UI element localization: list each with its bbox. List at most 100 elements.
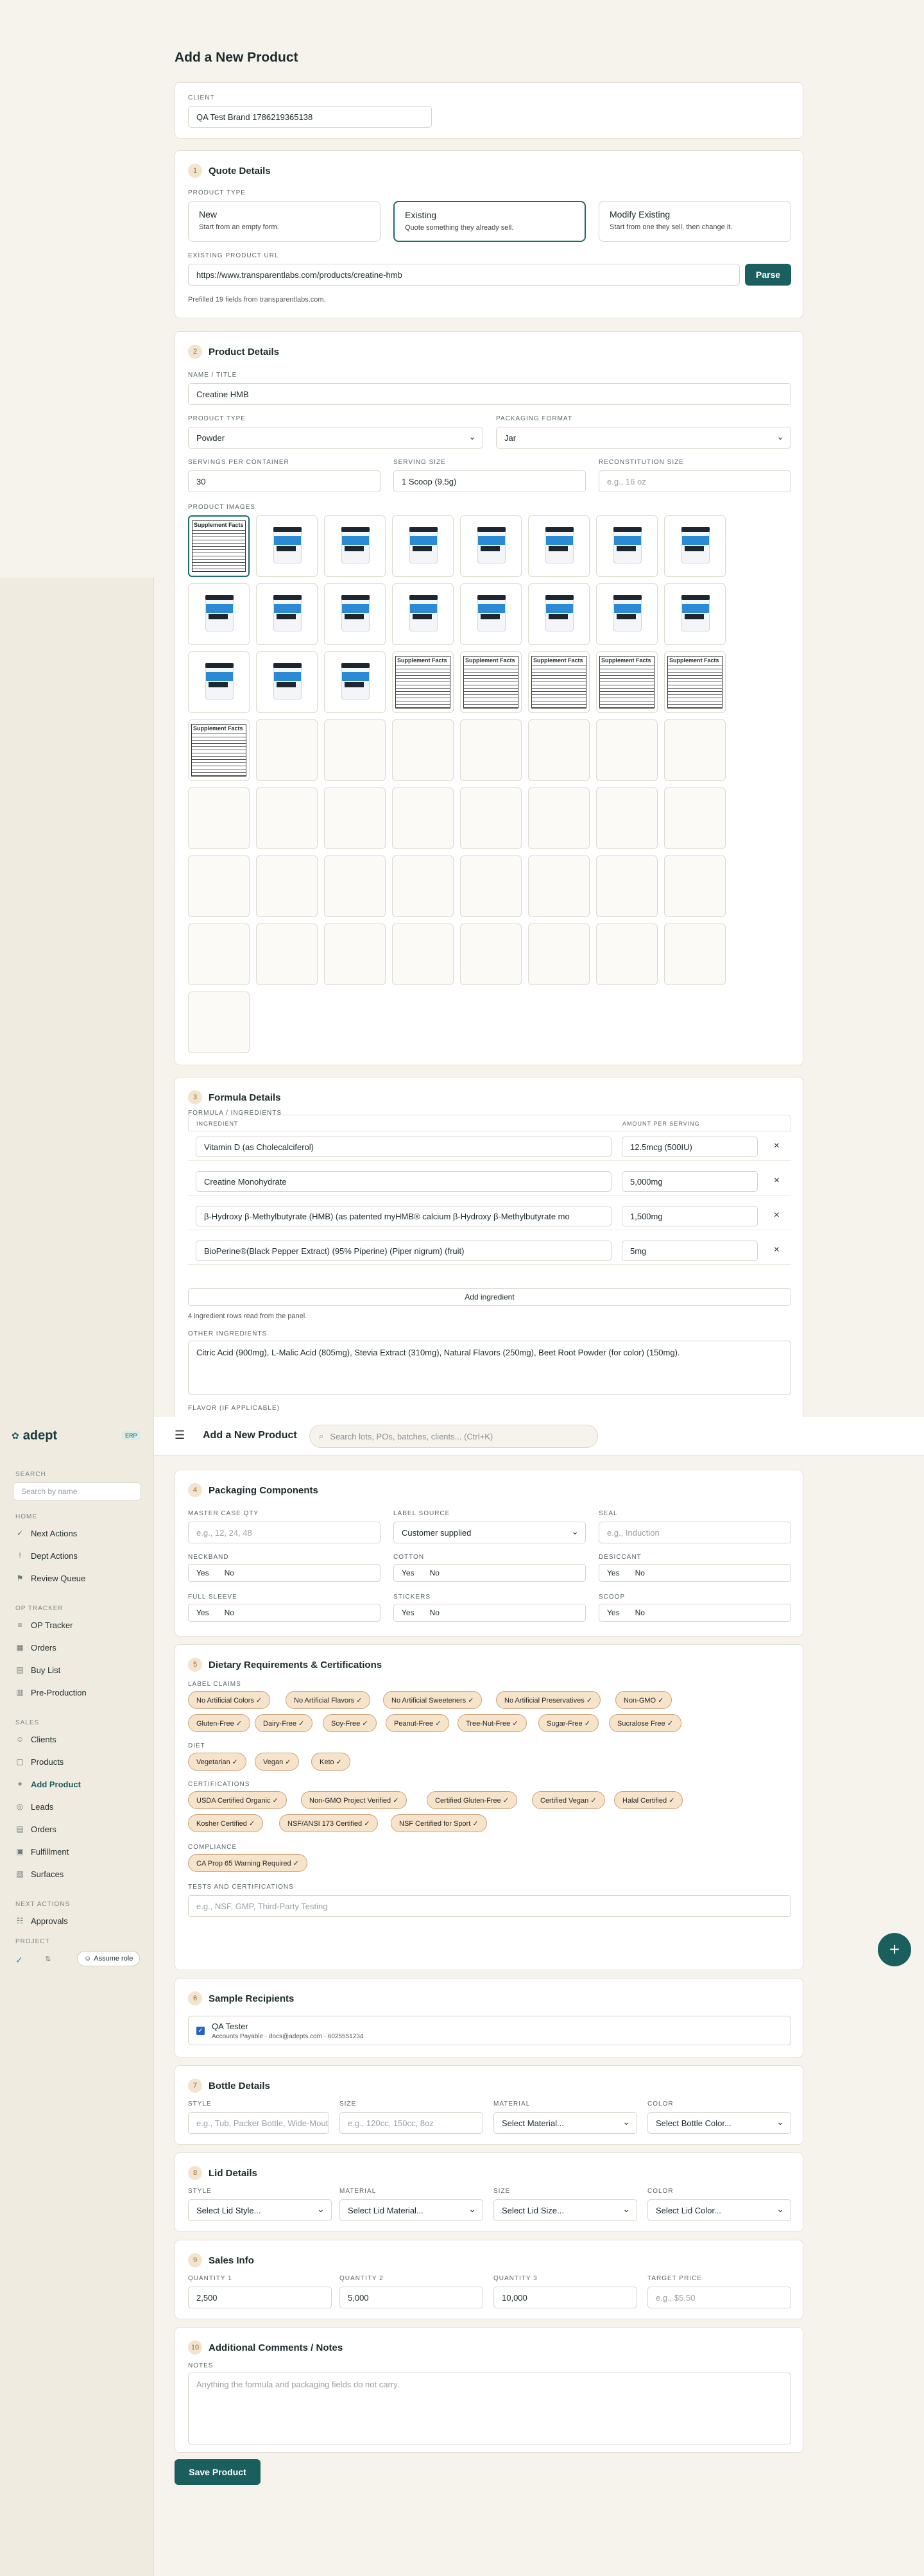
master-case-field[interactable]: e.g., 12, 24, 48 <box>188 1522 381 1543</box>
parse-button[interactable]: Parse <box>745 264 791 286</box>
diet-chip[interactable]: Keto ✓ <box>311 1753 350 1771</box>
yes-option[interactable]: Yes <box>189 1608 217 1617</box>
no-option[interactable]: No <box>422 1608 447 1617</box>
empty-image-slot[interactable] <box>188 992 250 1053</box>
lid-size-select[interactable]: Select Lid Size... <box>493 2199 637 2221</box>
sidebar-item-dept-actions[interactable]: ! Dept Actions <box>13 1546 139 1565</box>
certification-chip[interactable]: USDA Certified Organic ✓ <box>188 1791 287 1809</box>
sidebar-item-add-product[interactable]: + Add Product <box>13 1774 139 1794</box>
url-field[interactable]: https://www.transparentlabs.com/products… <box>188 264 740 286</box>
remove-row-button[interactable]: × <box>774 1175 780 1187</box>
yes-option[interactable]: Yes <box>599 1568 628 1577</box>
empty-image-slot[interactable] <box>596 719 658 781</box>
empty-image-slot[interactable] <box>392 787 454 849</box>
bottle-material-select[interactable]: Select Material... <box>493 2112 637 2134</box>
product-image-thumbnail[interactable] <box>324 515 386 577</box>
yes-option[interactable]: Yes <box>394 1568 422 1577</box>
sidebar-item-review-queue[interactable]: ⚑ Review Queue <box>13 1568 139 1588</box>
assume-role-button[interactable]: ☺ Assume role <box>77 1951 141 1966</box>
empty-image-slot[interactable] <box>188 923 250 985</box>
empty-image-slot[interactable] <box>664 923 726 985</box>
empty-image-slot[interactable] <box>392 923 454 985</box>
empty-image-slot[interactable] <box>392 719 454 781</box>
product-image-thumbnail[interactable] <box>324 651 386 713</box>
tests-field[interactable]: e.g., NSF, GMP, Third-Party Testing <box>188 1895 791 1917</box>
product-type-select[interactable]: Powder <box>188 427 483 449</box>
empty-image-slot[interactable] <box>528 923 590 985</box>
sidebar-item-approvals[interactable]: ☷ Approvals <box>13 1911 139 1930</box>
product-image-thumbnail[interactable] <box>188 651 250 713</box>
sidebar-item-buy-list[interactable]: ▤ Buy List <box>13 1660 139 1679</box>
amount-field[interactable]: 12.5mcg (500IU) <box>622 1137 758 1157</box>
empty-image-slot[interactable] <box>256 923 318 985</box>
sidebar-item-op-tracker[interactable]: ≡ OP Tracker <box>13 1615 139 1635</box>
claim-chip[interactable]: Sucralose Free ✓ <box>609 1714 681 1732</box>
product-image-thumbnail[interactable] <box>256 651 318 713</box>
product-image-thumbnail[interactable] <box>596 515 658 577</box>
empty-image-slot[interactable] <box>596 855 658 917</box>
no-option[interactable]: No <box>217 1608 242 1617</box>
empty-image-slot[interactable] <box>324 855 386 917</box>
yes-option[interactable]: Yes <box>599 1608 628 1617</box>
remove-row-button[interactable]: × <box>774 1140 780 1152</box>
empty-image-slot[interactable] <box>596 923 658 985</box>
claim-chip[interactable]: Peanut-Free ✓ <box>386 1714 450 1732</box>
reconstitution-field[interactable]: e.g., 16 oz <box>599 470 791 492</box>
amount-field[interactable]: 1,500mg <box>622 1206 758 1226</box>
sidebar-item-pre-production[interactable]: ▥ Pre-Production <box>13 1683 139 1702</box>
no-option[interactable]: No <box>628 1608 653 1617</box>
neckband-toggle[interactable]: Yes No <box>188 1564 381 1582</box>
claim-chip[interactable]: Soy-Free ✓ <box>323 1714 377 1732</box>
no-option[interactable]: No <box>422 1568 447 1577</box>
empty-image-slot[interactable] <box>392 855 454 917</box>
lid-style-select[interactable]: Select Lid Style... <box>188 2199 332 2221</box>
scoop-toggle[interactable]: Yes No <box>599 1604 791 1622</box>
empty-image-slot[interactable] <box>528 787 590 849</box>
certification-chip[interactable]: NSF Certified for Sport ✓ <box>391 1814 487 1832</box>
no-option[interactable]: No <box>628 1568 653 1577</box>
sidebar-item-next-actions[interactable]: ✓ Next Actions <box>13 1524 139 1543</box>
cotton-toggle[interactable]: Yes No <box>393 1564 586 1582</box>
ingredient-field[interactable]: Creatine Monohydrate <box>196 1171 612 1192</box>
product-image-thumbnail[interactable] <box>528 583 590 645</box>
type-option-modify[interactable]: Modify Existing Start from one they sell… <box>599 201 791 242</box>
name-field[interactable]: Creatine HMB <box>188 383 791 405</box>
recipient-checkbox[interactable]: ✓ <box>196 2027 205 2035</box>
servings-field[interactable]: 30 <box>188 470 381 492</box>
other-ingredients-field[interactable]: Citric Acid (900mg), L-Malic Acid (805mg… <box>188 1341 791 1395</box>
product-image-thumbnail[interactable] <box>460 515 522 577</box>
empty-image-slot[interactable] <box>460 923 522 985</box>
product-image-thumbnail[interactable] <box>324 583 386 645</box>
lid-color-select[interactable]: Select Lid Color... <box>647 2199 791 2221</box>
certification-chip[interactable]: Non-GMO Project Verified ✓ <box>301 1791 407 1809</box>
nav-search-input[interactable]: Search by name <box>13 1482 141 1500</box>
claim-chip[interactable]: Non-GMO ✓ <box>615 1691 672 1709</box>
empty-image-slot[interactable] <box>188 787 250 849</box>
type-option-existing[interactable]: Existing Quote something they already se… <box>393 201 586 242</box>
diet-chip[interactable]: Vegetarian ✓ <box>188 1753 246 1771</box>
empty-image-slot[interactable] <box>460 719 522 781</box>
empty-image-slot[interactable] <box>528 719 590 781</box>
product-image-thumbnail[interactable]: Supplement Facts <box>664 651 726 713</box>
label-source-select[interactable]: Customer supplied <box>393 1522 586 1543</box>
remove-row-button[interactable]: × <box>774 1244 780 1256</box>
sidebar-item-orders[interactable]: ▤ Orders <box>13 1819 139 1839</box>
bottle-size-field[interactable]: e.g., 120cc, 150cc, 8oz <box>339 2112 483 2134</box>
amount-field[interactable]: 5mg <box>622 1241 758 1261</box>
product-image-thumbnail[interactable]: Supplement Facts <box>392 651 454 713</box>
compliance-chip[interactable]: CA Prop 65 Warning Required ✓ <box>188 1854 307 1872</box>
ingredient-field[interactable]: β-Hydroxy β-Methylbutyrate (HMB) (as pat… <box>196 1206 612 1226</box>
claim-chip[interactable]: Sugar-Free ✓ <box>538 1714 599 1732</box>
empty-image-slot[interactable] <box>460 787 522 849</box>
claim-chip[interactable]: Dairy-Free ✓ <box>255 1714 313 1732</box>
recipient-row[interactable]: ✓ QA Tester Accounts Payable · docs@adep… <box>188 2016 791 2045</box>
empty-image-slot[interactable] <box>664 787 726 849</box>
add-ingredient-button[interactable]: Add ingredient <box>188 1288 791 1306</box>
product-image-thumbnail[interactable] <box>392 583 454 645</box>
product-image-thumbnail[interactable] <box>256 583 318 645</box>
save-product-button[interactable]: Save Product <box>175 2459 261 2485</box>
product-image-thumbnail[interactable]: Supplement Facts <box>188 515 250 577</box>
type-option-new[interactable]: New Start from an empty form. <box>188 201 381 242</box>
project-switch-icon[interactable]: ⇅ <box>45 1955 51 1963</box>
product-image-thumbnail[interactable] <box>392 515 454 577</box>
